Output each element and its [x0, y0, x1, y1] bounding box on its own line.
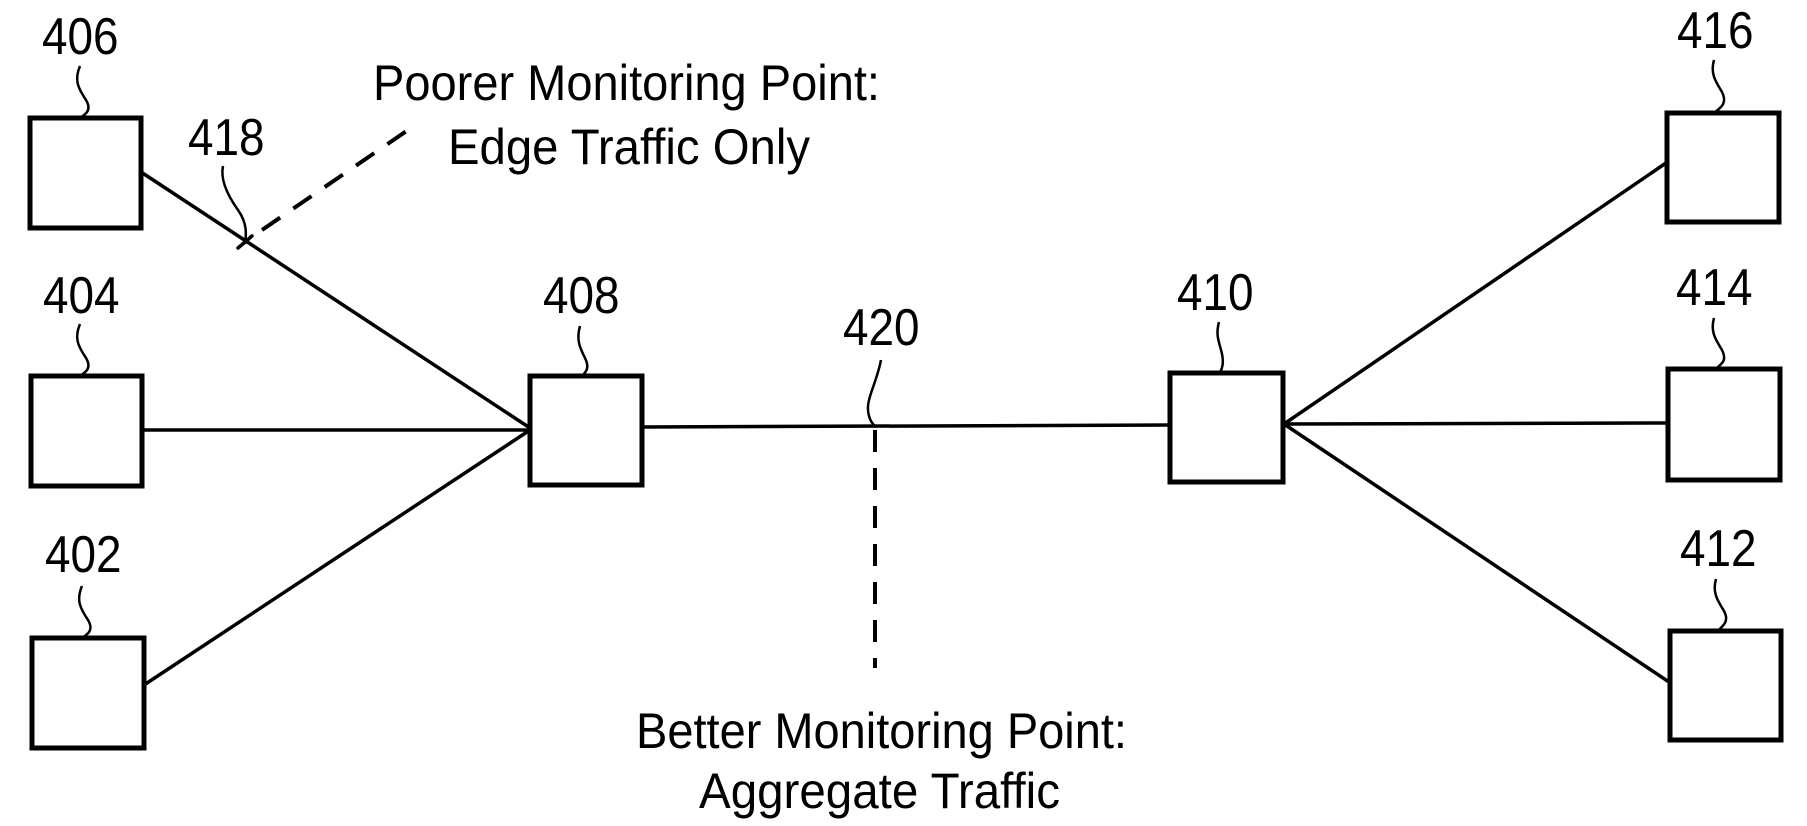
leader-406 — [75, 65, 90, 120]
node-box-404 — [28, 373, 145, 489]
leader-414 — [1711, 317, 1726, 370]
node-box-416 — [1664, 110, 1782, 225]
leader-402 — [77, 585, 92, 640]
node-box-414 — [1665, 366, 1783, 483]
link-410-416 — [1282, 161, 1668, 426]
label-410: 410 — [1177, 264, 1254, 322]
leader-404 — [75, 323, 90, 378]
node-box-408 — [527, 373, 645, 488]
link-406-408 — [139, 170, 532, 430]
note-better-line2: Aggregate Traffic — [699, 763, 1060, 819]
note-better-line1: Better Monitoring Point: — [636, 703, 1127, 759]
link-408-410 — [640, 423, 1171, 429]
label-418: 418 — [188, 109, 265, 167]
leader-412 — [1713, 578, 1728, 632]
note-poorer-line2: Edge Traffic Only — [448, 119, 810, 175]
link-410-414 — [1282, 421, 1669, 426]
label-412: 412 — [1680, 520, 1757, 578]
label-404: 404 — [43, 267, 120, 325]
callout-dash-418 — [260, 128, 410, 232]
label-402: 402 — [45, 526, 122, 584]
node-box-406 — [27, 115, 144, 231]
leader-410 — [1216, 321, 1225, 374]
note-poorer-line1: Poorer Monitoring Point: — [373, 55, 880, 111]
network-monitoring-diagram: 406 404 402 408 410 416 414 412 418 420 … — [27, 2, 1784, 819]
node-box-412 — [1667, 628, 1784, 743]
link-402-408 — [142, 428, 532, 687]
leader-408 — [577, 325, 589, 377]
label-414: 414 — [1676, 259, 1753, 317]
label-406: 406 — [42, 8, 119, 66]
label-408: 408 — [543, 267, 620, 325]
leader-416 — [1711, 59, 1726, 114]
label-420: 420 — [843, 299, 920, 357]
node-box-402 — [29, 635, 147, 751]
node-box-410 — [1167, 370, 1286, 485]
label-416: 416 — [1677, 2, 1754, 60]
link-410-412 — [1282, 422, 1671, 684]
leader-420 — [866, 359, 883, 427]
